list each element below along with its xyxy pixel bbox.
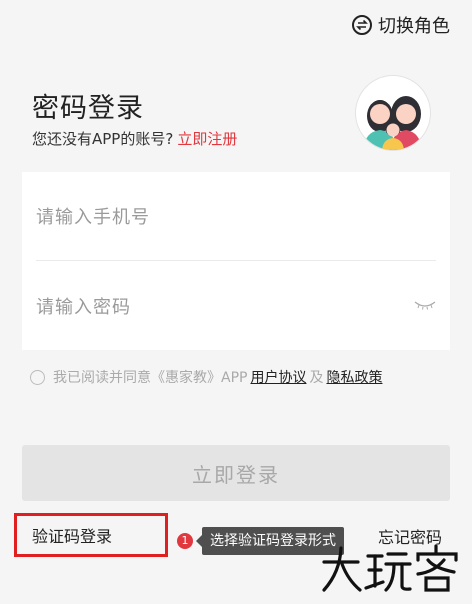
login-button[interactable]: 立即登录	[22, 445, 450, 501]
family-avatar	[356, 76, 430, 150]
watermark-logo	[320, 542, 460, 604]
eye-closed-icon[interactable]	[414, 300, 436, 310]
agreement-row: 我已阅读并同意《惠家教》APP 用户协议 及 隐私政策	[30, 367, 385, 387]
switch-role-button[interactable]: 切换角色	[352, 10, 450, 40]
swap-arrows-icon	[352, 15, 372, 35]
agreement-text: 我已阅读并同意《惠家教》APP	[53, 370, 248, 386]
code-login-label: 验证码登录	[32, 527, 113, 546]
and-text: 及	[309, 370, 324, 386]
login-form: 请输入手机号 请输入密码	[22, 172, 450, 350]
privacy-policy-link[interactable]: 隐私政策	[326, 367, 382, 387]
register-link[interactable]: 立即注册	[177, 130, 237, 148]
step-badge: 1	[177, 533, 193, 549]
phone-input[interactable]: 请输入手机号	[36, 172, 436, 261]
phone-placeholder: 请输入手机号	[36, 207, 150, 228]
user-agreement-link[interactable]: 用户协议	[250, 367, 306, 387]
password-input[interactable]: 请输入密码	[36, 262, 436, 350]
register-prompt: 您还没有APP的账号? 立即注册	[32, 128, 237, 149]
code-login-button[interactable]: 验证码登录	[14, 513, 168, 557]
switch-role-label: 切换角色	[378, 16, 450, 37]
no-account-text: 您还没有APP的账号?	[32, 130, 174, 148]
password-placeholder: 请输入密码	[36, 297, 131, 318]
agree-checkbox[interactable]	[30, 369, 45, 385]
page-title: 密码登录	[32, 93, 144, 124]
